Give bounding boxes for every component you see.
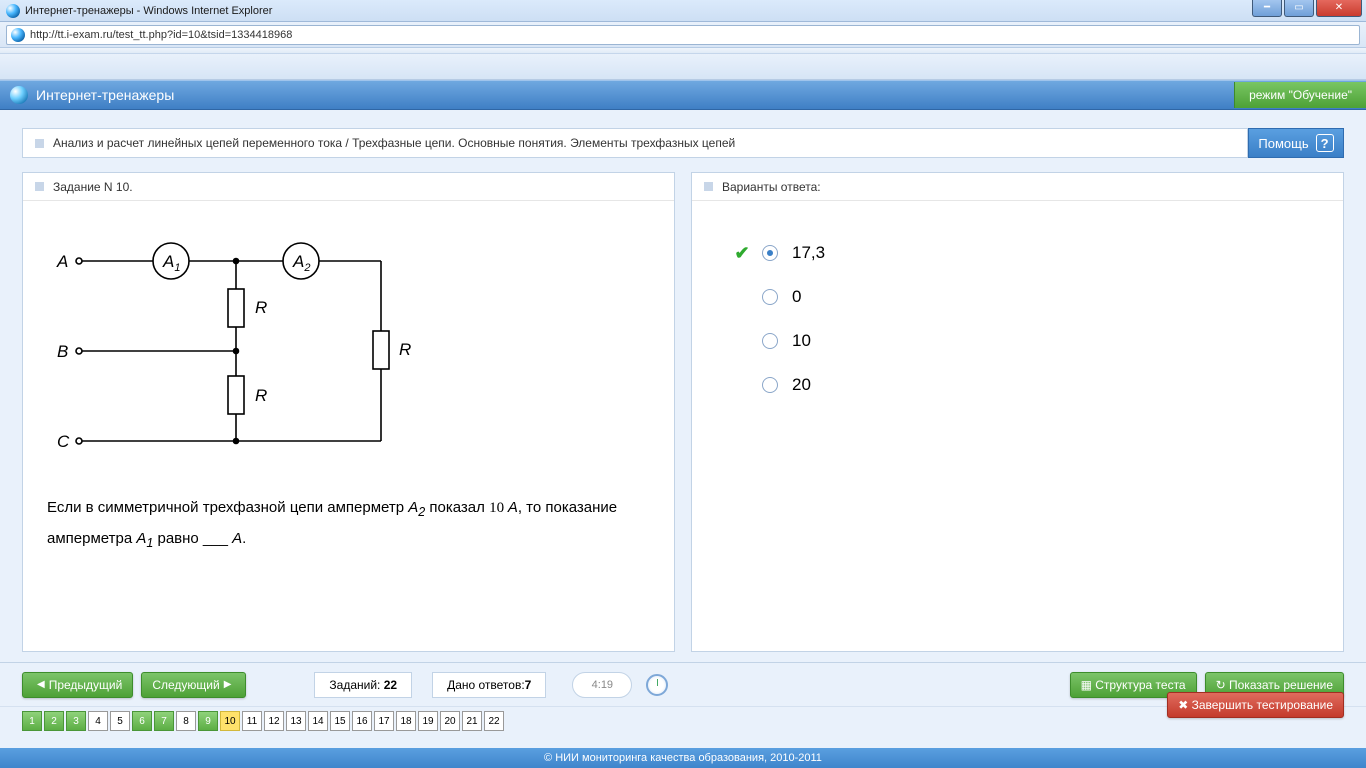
help-icon: ? xyxy=(1316,134,1334,152)
answers-body: ✔ 17,3 0 10 20 xyxy=(692,201,1343,651)
next-button[interactable]: Следующий ▶ xyxy=(141,672,246,698)
finish-button[interactable]: ✖ Завершить тестирование xyxy=(1167,692,1344,718)
help-label: Помощь xyxy=(1258,136,1308,151)
svg-text:B: B xyxy=(57,342,68,361)
page-button[interactable]: 1 xyxy=(22,711,42,731)
minimize-button[interactable]: ━ xyxy=(1252,0,1282,17)
svg-text:R: R xyxy=(255,298,267,317)
svg-text:R: R xyxy=(399,340,411,359)
panels: Задание N 10. xyxy=(22,172,1344,652)
check-icon: ✔ xyxy=(722,243,762,264)
answer-option[interactable]: ✔ 17,3 xyxy=(722,231,1313,275)
page-button[interactable]: 3 xyxy=(66,711,86,731)
page-button[interactable]: 6 xyxy=(132,711,152,731)
triangle-right-icon: ▶ xyxy=(224,679,232,690)
prev-label: Предыдущий xyxy=(49,678,123,692)
address-bar[interactable]: http://tt.i-exam.ru/test_tt.php?id=10&ts… xyxy=(6,25,1360,45)
tasks-counter: Заданий: 22 xyxy=(314,672,412,698)
address-bar-row: http://tt.i-exam.ru/test_tt.php?id=10&ts… xyxy=(0,22,1366,48)
task-number: Задание N 10. xyxy=(53,180,133,194)
window-controls: ━ ▭ ✕ xyxy=(1250,0,1362,17)
page-button[interactable]: 4 xyxy=(88,711,108,731)
breadcrumb-bar: Анализ и расчет линейных цепей переменно… xyxy=(22,128,1344,158)
answers-header: Варианты ответа: xyxy=(692,173,1343,201)
regime-badge: режим "Обучение" xyxy=(1234,82,1366,108)
page-button[interactable]: 10 xyxy=(220,711,240,731)
clock-icon xyxy=(646,674,668,696)
toolbar-band xyxy=(0,54,1366,80)
page-button[interactable]: 9 xyxy=(198,711,218,731)
nav-row: ◀ Предыдущий Следующий ▶ Заданий: 22 Дано … xyxy=(0,663,1366,707)
square-icon xyxy=(35,182,44,191)
radio[interactable] xyxy=(762,245,778,261)
breadcrumb: Анализ и расчет линейных цепей переменно… xyxy=(22,128,1248,158)
page-button[interactable]: 18 xyxy=(396,711,416,731)
page-button[interactable]: 12 xyxy=(264,711,284,731)
answer-option[interactable]: 0 xyxy=(722,275,1313,319)
radio[interactable] xyxy=(762,289,778,305)
app-title: Интернет-тренажеры xyxy=(36,87,174,103)
page-button[interactable]: 13 xyxy=(286,711,306,731)
task-panel: Задание N 10. xyxy=(22,172,675,652)
window-titlebar: Интернет-тренажеры - Windows Internet Ex… xyxy=(0,0,1366,22)
answer-option[interactable]: 20 xyxy=(722,363,1313,407)
svg-text:C: C xyxy=(57,432,70,451)
answer-label: 20 xyxy=(792,375,811,395)
footer: ◀ Предыдущий Следующий ▶ Заданий: 22 Дано … xyxy=(0,662,1366,748)
url-text: http://tt.i-exam.ru/test_tt.php?id=10&ts… xyxy=(30,29,292,41)
prev-button[interactable]: ◀ Предыдущий xyxy=(22,672,133,698)
square-icon xyxy=(35,139,44,148)
globe-icon xyxy=(10,86,28,104)
page-button[interactable]: 20 xyxy=(440,711,460,731)
answered-counter: Дано ответов:7 xyxy=(432,672,546,698)
ie-icon xyxy=(11,28,25,42)
svg-text:R: R xyxy=(255,386,267,405)
answer-label: 10 xyxy=(792,331,811,351)
close-button[interactable]: ✕ xyxy=(1316,0,1362,17)
copyright: © НИИ мониторинга качества образования, … xyxy=(0,748,1366,768)
ie-icon xyxy=(6,4,20,18)
svg-text:A: A xyxy=(56,252,68,271)
answer-option[interactable]: 10 xyxy=(722,319,1313,363)
page-button[interactable]: 17 xyxy=(374,711,394,731)
next-label: Следующий xyxy=(152,678,219,692)
question-text: Если в симметричной трехфазной цепи ампе… xyxy=(47,494,650,556)
task-body: A B C A1 A2 R R R Если в симметричной тр… xyxy=(23,201,674,651)
circuit-diagram: A B C A1 A2 R R R xyxy=(51,231,411,461)
help-button[interactable]: Помощь ? xyxy=(1248,128,1344,158)
app-title-bar: Интернет-тренажеры режим "Обучение" xyxy=(0,80,1366,110)
page-button[interactable]: 11 xyxy=(242,711,262,731)
page-button[interactable]: 5 xyxy=(110,711,130,731)
triangle-left-icon: ◀ xyxy=(37,679,45,690)
content-area: Анализ и расчет линейных цепей переменно… xyxy=(0,110,1366,662)
radio[interactable] xyxy=(762,377,778,393)
answer-label: 0 xyxy=(792,287,801,307)
pager: 12345678910111213141516171819202122 xyxy=(0,707,1366,735)
page-button[interactable]: 21 xyxy=(462,711,482,731)
timer: 4:19 xyxy=(572,672,632,698)
window-title: Интернет-тренажеры - Windows Internet Ex… xyxy=(25,5,272,17)
page-button[interactable]: 7 xyxy=(154,711,174,731)
page-button[interactable]: 22 xyxy=(484,711,504,731)
page-button[interactable]: 2 xyxy=(44,711,64,731)
maximize-button[interactable]: ▭ xyxy=(1284,0,1314,17)
page-button[interactable]: 16 xyxy=(352,711,372,731)
task-header: Задание N 10. xyxy=(23,173,674,201)
breadcrumb-text: Анализ и расчет линейных цепей переменно… xyxy=(53,136,735,150)
page-button[interactable]: 14 xyxy=(308,711,328,731)
square-icon xyxy=(704,182,713,191)
answers-panel: Варианты ответа: ✔ 17,3 0 10 20 xyxy=(691,172,1344,652)
page-button[interactable]: 15 xyxy=(330,711,350,731)
page-button[interactable]: 8 xyxy=(176,711,196,731)
page-button[interactable]: 19 xyxy=(418,711,438,731)
answer-label: 17,3 xyxy=(792,243,825,263)
radio[interactable] xyxy=(762,333,778,349)
answers-title: Варианты ответа: xyxy=(722,180,821,194)
